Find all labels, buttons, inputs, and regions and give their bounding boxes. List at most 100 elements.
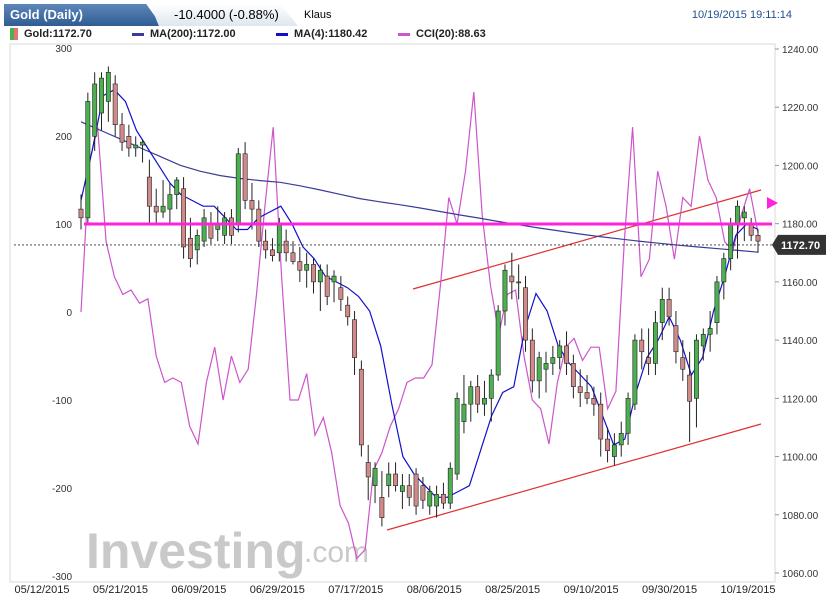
price-tick-label: 1180.00 [782, 220, 818, 231]
date-tick-label: 08/25/2015 [485, 584, 540, 596]
candle-up [140, 141, 145, 146]
candle-up [304, 264, 310, 271]
candle-up [611, 444, 617, 457]
date-tick-label: 10/19/2015 [720, 584, 775, 596]
candle-up [133, 144, 139, 149]
price-tick-label: 1100.00 [782, 453, 818, 464]
date-axis: 05/12/2015 05/21/2015 06/09/2015 06/29/2015… [14, 584, 775, 596]
price-chart[interactable]: Investing .com 300 200 100 0 -100 -200 -300 12… [0, 0, 832, 602]
lower-trendline[interactable] [386, 423, 762, 531]
candle-down [406, 485, 412, 498]
candle-up [550, 357, 556, 364]
candle-up [707, 328, 713, 335]
candle-up [174, 179, 180, 195]
candle-down [283, 240, 289, 254]
candle-up [427, 491, 433, 507]
candle-up [721, 258, 727, 283]
candle-up [728, 223, 734, 259]
candle-down [229, 217, 234, 236]
cci-tick-label: 100 [55, 220, 72, 231]
candle-down [290, 252, 296, 262]
candle-up [495, 310, 501, 376]
candle-up [557, 345, 563, 358]
upper-trendline[interactable] [412, 189, 762, 290]
candle-up [543, 363, 549, 370]
price-tick-label: 1140.00 [782, 336, 818, 347]
candle-up [105, 71, 111, 102]
cci-tick-label: 0 [66, 308, 72, 319]
ma4-line [80, 89, 759, 498]
candle-down [297, 261, 303, 271]
date-tick-label: 05/12/2015 [14, 584, 69, 596]
last-price-label: 1172.70 [781, 240, 820, 252]
candle-down [146, 176, 152, 207]
price-tick-label: 1240.00 [782, 45, 819, 56]
date-tick-label: 09/10/2015 [564, 584, 619, 596]
candle-up [632, 339, 638, 405]
candle-down [529, 339, 535, 382]
candle-up [625, 398, 631, 434]
date-tick-label: 06/09/2015 [171, 584, 226, 596]
candle-down [755, 235, 761, 242]
last-price-flag: 1172.70 [772, 234, 826, 255]
candle-up [317, 269, 323, 283]
candle-up [516, 281, 522, 284]
candle-down [646, 357, 652, 364]
candle-up [276, 223, 282, 254]
candle-down [584, 392, 590, 399]
candle-up [99, 77, 104, 114]
candle-down [393, 473, 398, 486]
candle-up [85, 101, 91, 219]
candle-down [605, 438, 610, 452]
candle-down [687, 374, 693, 402]
candles [78, 66, 761, 527]
cci-tick-label: 300 [55, 44, 72, 55]
candle-down [673, 325, 679, 353]
candle-up [386, 473, 392, 486]
candle-down [598, 403, 604, 440]
candle-up [331, 275, 337, 283]
candle-down [242, 153, 248, 201]
candle-up [482, 398, 487, 405]
cci-tick-label: -200 [52, 484, 72, 495]
cci-axis: 300 200 100 0 -100 -200 -300 [52, 44, 72, 583]
candle-down [352, 319, 357, 358]
candle-down [365, 462, 371, 478]
price-tick-label: 1220.00 [782, 103, 819, 114]
candle-down [420, 485, 426, 501]
candle-down [564, 345, 569, 364]
candle-up [618, 432, 624, 446]
candle-down [345, 304, 351, 318]
watermark-suffix: .com [304, 536, 369, 569]
candle-down [153, 205, 159, 213]
candle-down [666, 299, 672, 318]
candle-down [475, 386, 481, 405]
candle-up [222, 217, 228, 236]
price-tick-label: 1200.00 [782, 161, 819, 172]
date-tick-label: 08/06/2015 [407, 584, 462, 596]
candle-down [119, 124, 125, 143]
candle-down [112, 83, 118, 125]
candle-up [434, 494, 440, 507]
date-tick-label: 09/30/2015 [642, 584, 697, 596]
candle-up [447, 467, 453, 504]
candle-down [270, 249, 275, 256]
candle-down [263, 240, 269, 251]
candle-down [181, 188, 186, 248]
price-axis: 1240.00 1220.00 1200.00 1180.00 1160.00 1140.… [775, 45, 819, 580]
candle-down [591, 398, 597, 405]
candle-up [694, 339, 699, 399]
candle-down [413, 473, 419, 507]
candle-down [523, 287, 528, 341]
candle-down [187, 237, 193, 259]
candle-down [577, 386, 583, 393]
candle-down [358, 368, 364, 446]
candle-up [714, 281, 720, 323]
candle-up [659, 299, 665, 323]
candle-up [194, 235, 200, 251]
watermark-brand: Investing [86, 523, 305, 579]
candle-down [324, 275, 330, 297]
price-tick-label: 1160.00 [782, 278, 818, 289]
date-tick-label: 07/17/2015 [328, 584, 383, 596]
investing-watermark: Investing .com [86, 523, 369, 579]
